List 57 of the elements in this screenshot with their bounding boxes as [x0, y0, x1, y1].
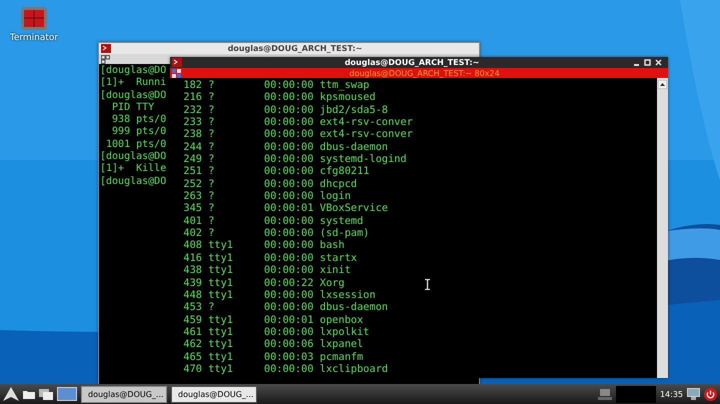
terminal-line: [douglas@DO	[100, 151, 166, 163]
monitor-icon[interactable]	[687, 388, 700, 400]
text-cursor-icon	[424, 279, 431, 290]
terminal-line: [1]+ Kille	[100, 163, 166, 176]
terminal-line: 465 tty1 00:00:03 pcmanfm	[182, 350, 364, 363]
terminal-line: 459 tty1 00:00:01 openbox	[182, 314, 364, 326]
scrollbar[interactable]	[657, 78, 668, 378]
terminal-line: 416 tty1 00:00:00 startx	[182, 252, 357, 264]
terminal-line: 244 ? 00:00:00 dbus-daemon	[182, 140, 388, 154]
terminal-line: 453 ? 00:00:00 dbus-daemon	[182, 301, 388, 314]
maximize-icon[interactable]	[644, 59, 651, 66]
tray-area	[616, 386, 656, 402]
terminal-line: 402 ? 00:00:00 (sd-pam)	[182, 227, 370, 240]
terminal-line: [douglas@DO	[100, 176, 166, 188]
menu-icon[interactable]	[3, 387, 19, 401]
terminal-icon[interactable]	[20, 5, 48, 31]
terminal-line: 1001 pts/0	[105, 138, 166, 151]
taskbar-button[interactable]: douglas@DOUG_...	[171, 386, 257, 402]
power-icon[interactable]	[704, 388, 717, 400]
terminal-line: 345 ? 00:00:01 VBoxService	[182, 202, 388, 215]
grid-icon[interactable]	[172, 68, 181, 78]
window-title: douglas@DOUG_ARCH_TEST:~	[226, 44, 364, 53]
terminal-line: 439 tty1 00:00:22 Xorg	[182, 276, 345, 289]
terminal-line: 249 ? 00:00:00 systemd-logind	[182, 153, 407, 166]
taskbar-button[interactable]: douglas@DOUG_...	[81, 386, 167, 402]
terminal-line: [douglas@DO	[100, 90, 166, 102]
grid-icon[interactable]	[101, 54, 110, 64]
terminal-line: 263 ? 00:00:00 login	[182, 190, 351, 202]
terminal-line: 216 ? 00:00:00 kpsmoused	[182, 91, 376, 104]
terminal-title: douglas@DOUG_ARCH_TEST:~ 80x24	[348, 68, 501, 78]
window-title: douglas@DOUG_ARCH_TEST:~	[344, 58, 480, 67]
terminal-line: 938 pts/0	[111, 114, 166, 126]
terminal-line: [douglas@DO	[100, 65, 166, 77]
terminal-line: PID TTY	[111, 102, 154, 114]
terminal-line: 182 ? 00:00:00 ttm_swap	[182, 79, 370, 92]
terminal-line: 408 tty1 00:00:00 bash	[182, 239, 345, 252]
terminal-line: 470 tty1 00:00:00 lxclipboard	[182, 362, 388, 376]
terminal-line: 233 ? 00:00:00 ext4-rsv-conver	[182, 116, 413, 128]
terminal-icon	[101, 44, 111, 53]
terminal-line: 438 tty1 00:00:00 xinit	[182, 264, 351, 276]
terminal-line: [1]+ Runni	[100, 77, 166, 90]
windows-icon[interactable]	[39, 388, 53, 400]
terminal-line: 232 ? 00:00:00 jbd2/sda5-8	[182, 104, 388, 116]
scroll-up-icon[interactable]	[658, 80, 667, 89]
terminal-line: 999 pts/0	[111, 126, 166, 139]
folder-icon[interactable]	[23, 389, 35, 399]
terminal-line: 238 ? 00:00:00 ext4-rsv-conver	[182, 128, 413, 141]
terminal-line: 251 ? 00:00:00 cfg80211	[182, 165, 370, 178]
terminal-line: 462 tty1 00:00:06 lxpanel	[182, 338, 364, 351]
close-icon[interactable]	[655, 59, 662, 66]
terminal-icon	[172, 58, 182, 67]
terminal-line: 448 tty1 00:00:00 lxsession	[182, 288, 376, 302]
terminal-line: 401 ? 00:00:00 systemd	[182, 214, 364, 228]
network-icon[interactable]	[598, 388, 612, 400]
clock[interactable]: 14:35	[660, 390, 683, 398]
terminal-line: 461 tty1 00:00:00 lxpolkit	[182, 326, 370, 338]
terminal-line: 252 ? 00:00:00 dhcpcd	[182, 178, 357, 190]
